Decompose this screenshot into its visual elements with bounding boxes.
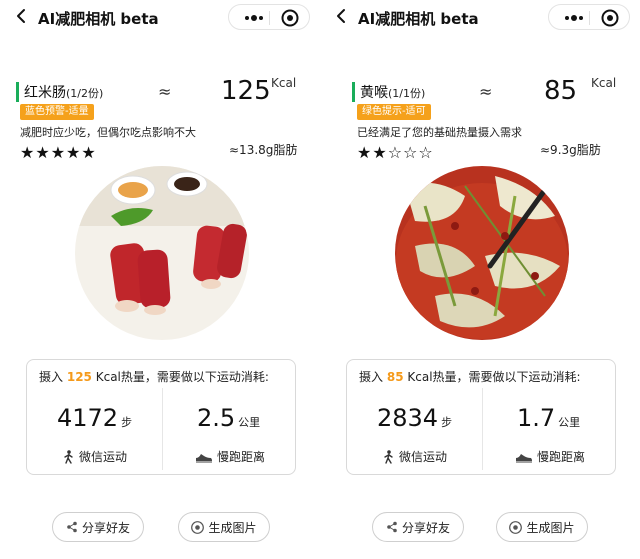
share-button[interactable]: 分享好友 [52, 512, 144, 542]
running-shoe-icon [196, 453, 212, 462]
approx-sign: ≈ [479, 82, 493, 101]
exercise-heading: 摄入 125 Kcal热量，需要做以下运动消耗: [39, 368, 269, 385]
record-target-icon[interactable] [601, 9, 619, 27]
fat-amount: ≈13.8g脂肪 [229, 143, 298, 157]
kcal-unit: Kcal [591, 76, 617, 90]
kcal-value: 125 [221, 76, 271, 106]
capsule-divider [269, 11, 270, 25]
distance-value: 2.5 [197, 404, 236, 432]
exercise-card: 摄入 85 Kcal热量，需要做以下运动消耗: 2834 步 1.7 公里 微信运动… [346, 359, 616, 475]
steps-unit: 步 [441, 416, 453, 429]
generate-button-label: 生成图片 [526, 520, 575, 535]
result-panel-left: AI减肥相机 beta 红米肠(1/2份) 蓝色预警-适量 ≈ 125 Kcal… [0, 0, 320, 559]
food-photo [75, 166, 249, 340]
walking-person-icon [384, 449, 393, 464]
steps-metric: 4172 步 [57, 404, 132, 432]
health-tag: 绿色提示-适可 [357, 104, 431, 120]
card-divider [162, 388, 163, 470]
top-bar: AI减肥相机 beta [0, 0, 320, 34]
diet-advice: 已经满足了您的基础热量摄入需求 [357, 126, 522, 139]
share-button[interactable]: 分享好友 [372, 512, 464, 542]
exercise-heading-prefix: 摄入 [359, 370, 384, 384]
distance-unit: 公里 [238, 416, 261, 429]
share-icon [67, 521, 77, 533]
distance-metric: 1.7 公里 [517, 404, 580, 432]
exercise-heading-prefix: 摄入 [39, 370, 64, 384]
generate-button-label: 生成图片 [208, 520, 257, 535]
steps-label: 微信运动 [63, 448, 127, 465]
steps-label-text: 微信运动 [79, 450, 128, 464]
exercise-kcal: 85 [386, 370, 404, 384]
camera-icon [509, 520, 523, 534]
steps-metric: 2834 步 [377, 404, 452, 432]
running-shoe-icon [516, 453, 532, 462]
camera-icon [191, 520, 205, 534]
fat-amount: ≈9.3g脂肪 [540, 143, 601, 157]
distance-unit: 公里 [558, 416, 581, 429]
walking-person-icon [64, 449, 73, 464]
distance-value: 1.7 [517, 404, 556, 432]
kcal-unit: Kcal [271, 76, 297, 90]
steps-value: 2834 [377, 404, 439, 432]
app-title: AI减肥相机 beta [358, 10, 479, 28]
more-dots-icon[interactable] [559, 10, 589, 26]
distance-label: 慢跑距离 [515, 448, 585, 465]
share-button-label: 分享好友 [401, 520, 450, 535]
back-icon[interactable] [12, 6, 32, 26]
record-target-icon[interactable] [281, 9, 299, 27]
approx-sign: ≈ [158, 82, 172, 101]
rating-stars: ★★☆☆☆ [357, 143, 434, 162]
exercise-heading-suffix: Kcal热量，需要做以下运动消耗: [95, 370, 269, 384]
capsule-divider [589, 11, 590, 25]
distance-metric: 2.5 公里 [197, 404, 260, 432]
food-name-row: 黄喉(1/1份) [352, 82, 425, 102]
food-portion: (1/1份) [388, 87, 426, 100]
food-name-row: 红米肠(1/2份) [16, 82, 103, 102]
card-divider [482, 388, 483, 470]
steps-unit: 步 [121, 416, 133, 429]
result-panel-right: AI减肥相机 beta 黄喉(1/1份) 绿色提示-适可 ≈ 85 Kcal 已… [320, 0, 640, 559]
mini-program-capsule [548, 4, 630, 30]
steps-value: 4172 [57, 404, 119, 432]
app-title: AI减肥相机 beta [38, 10, 159, 28]
health-tag: 蓝色预警-适量 [20, 104, 94, 120]
steps-label-text: 微信运动 [399, 450, 448, 464]
distance-label-text: 慢跑距离 [537, 450, 586, 464]
rating-stars: ★★★★★ [20, 143, 97, 162]
food-portion: (1/2份) [66, 87, 104, 100]
back-icon[interactable] [332, 6, 352, 26]
distance-label-text: 慢跑距离 [217, 450, 266, 464]
diet-advice: 减肥时应少吃，但偶尔吃点影响不大 [20, 126, 196, 139]
top-bar: AI减肥相机 beta [320, 0, 640, 34]
exercise-card: 摄入 125 Kcal热量，需要做以下运动消耗: 4172 步 2.5 公里 微信运… [26, 359, 296, 475]
food-photo [395, 166, 569, 340]
food-name: 黄喉 [360, 85, 388, 101]
steps-label: 微信运动 [383, 448, 447, 465]
generate-image-button[interactable]: 生成图片 [178, 512, 270, 542]
exercise-heading-suffix: Kcal热量，需要做以下运动消耗: [407, 370, 581, 384]
more-dots-icon[interactable] [239, 10, 269, 26]
distance-label: 慢跑距离 [195, 448, 265, 465]
food-name: 红米肠 [24, 85, 66, 101]
share-button-label: 分享好友 [81, 520, 130, 535]
kcal-value: 85 [544, 76, 578, 106]
exercise-kcal: 125 [66, 370, 92, 384]
share-icon [387, 521, 397, 533]
generate-image-button[interactable]: 生成图片 [496, 512, 588, 542]
exercise-heading: 摄入 85 Kcal热量，需要做以下运动消耗: [359, 368, 581, 385]
mini-program-capsule [228, 4, 310, 30]
